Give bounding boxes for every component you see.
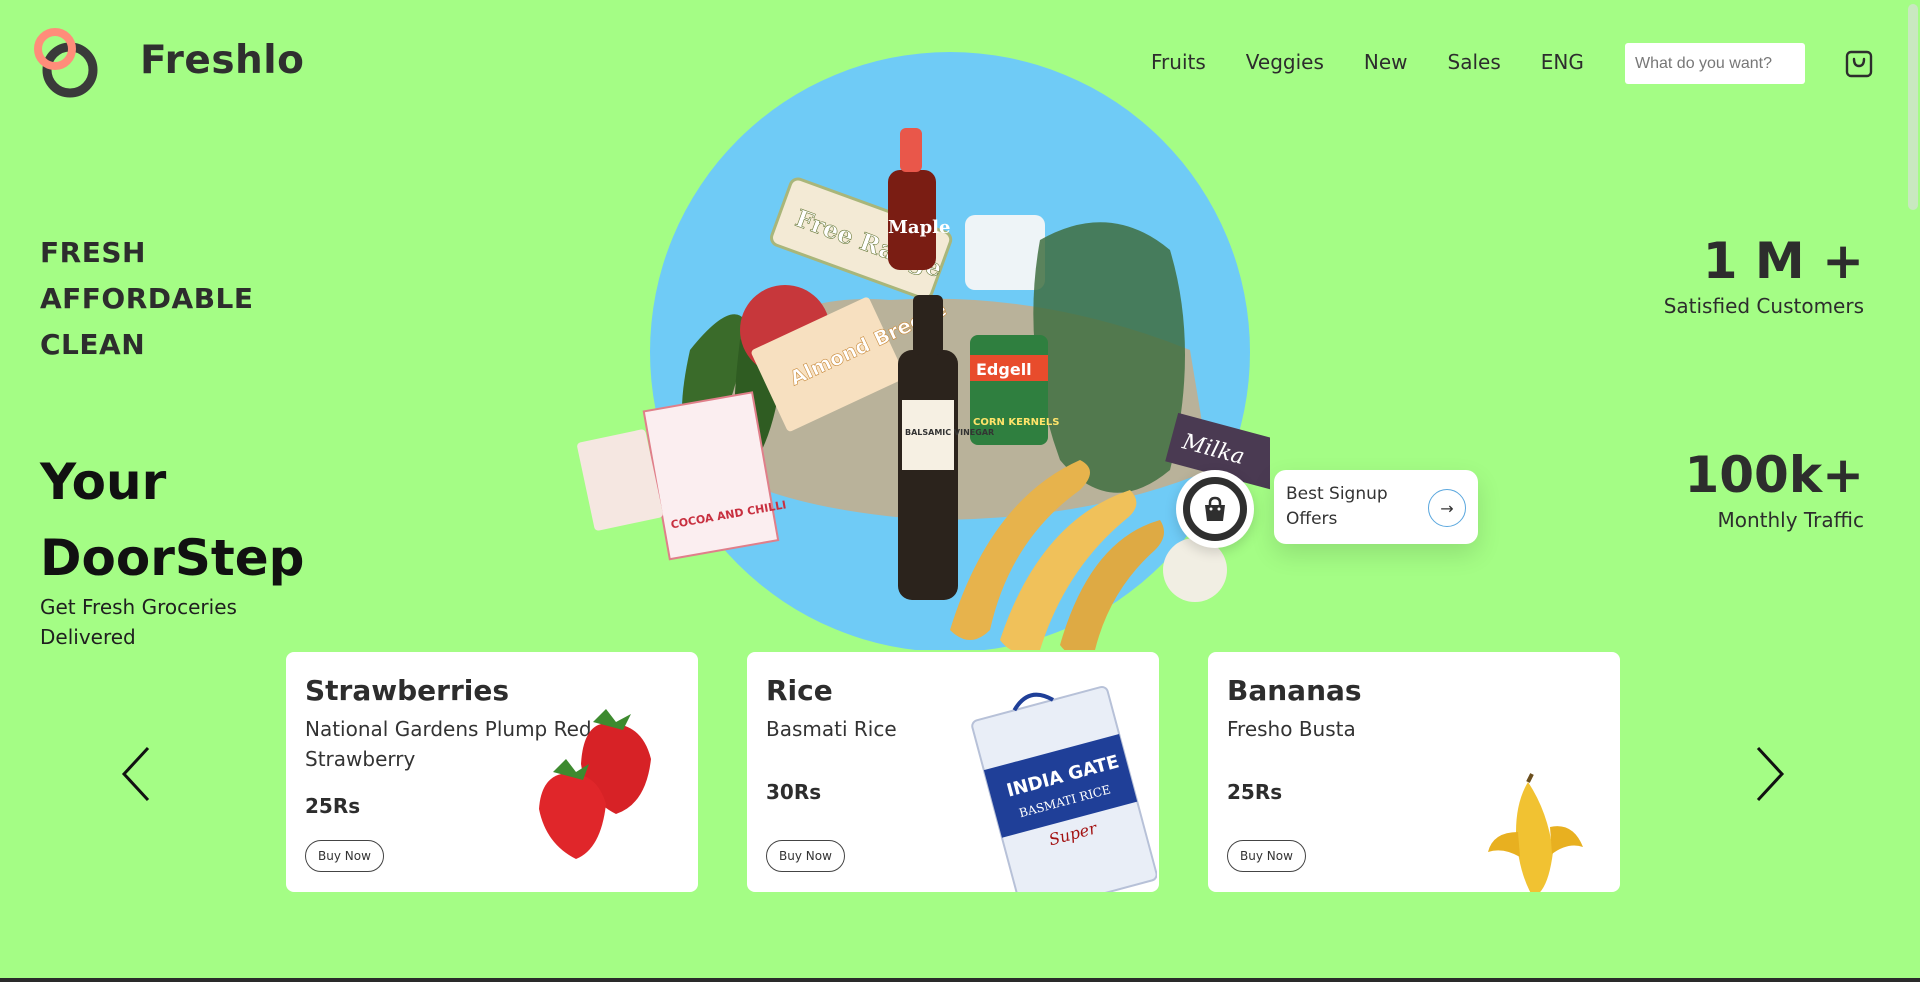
- arrow-right-icon[interactable]: →: [1428, 489, 1466, 527]
- nav-item-sales[interactable]: Sales: [1448, 50, 1501, 74]
- hero-subtext: Get Fresh Groceries Delivered: [40, 595, 237, 649]
- buy-now-button[interactable]: Buy Now: [766, 840, 845, 872]
- offer-label: Best Signup Offers: [1286, 484, 1388, 529]
- buy-now-button[interactable]: Buy Now: [1227, 840, 1306, 872]
- bag-ring: [1183, 477, 1247, 541]
- vinegar-text: BALSAMIC VINEGAR: [905, 428, 994, 437]
- rice-bag-image: INDIA GATE BASMATI RICE Super: [971, 686, 1157, 892]
- stat-value: 100k+: [1684, 446, 1864, 504]
- scrollbar[interactable]: [1904, 0, 1920, 982]
- product-price: 30Rs: [766, 780, 822, 804]
- hero-headline: Your DoorStep: [40, 444, 304, 596]
- brand-name[interactable]: Freshlo: [140, 38, 304, 83]
- bottom-divider: [0, 978, 1920, 982]
- tagline-clean: CLEAN: [40, 328, 146, 361]
- bag-button[interactable]: [1176, 470, 1254, 548]
- product-price: 25Rs: [305, 794, 361, 818]
- nav-item-language[interactable]: ENG: [1541, 50, 1584, 74]
- nav-item-new[interactable]: New: [1364, 50, 1408, 74]
- strawberry-image: [539, 709, 651, 859]
- product-name: Bananas: [1227, 674, 1362, 707]
- carousel-next-arrow-icon[interactable]: [1748, 742, 1788, 806]
- taglines: FRESH AFFORDABLE CLEAN: [40, 230, 254, 368]
- hero-groceries-image: Free Range Maple Almond Breeze Edgell CO…: [577, 52, 1270, 650]
- tagline-affordable: AFFORDABLE: [40, 282, 254, 315]
- shopping-bag-icon: [1205, 496, 1225, 521]
- headline-line-2: DoorStep: [40, 529, 305, 587]
- headline-line-1: Your: [40, 453, 167, 511]
- stat-traffic: 100k+ Monthly Traffic: [1684, 446, 1864, 532]
- page: Freshlo Fruits Veggies New Sales ENG FRE…: [0, 0, 1904, 978]
- stat-label: Satisfied Customers: [1663, 294, 1864, 318]
- product-name: Rice: [766, 674, 833, 707]
- stat-customers: 1 M + Satisfied Customers: [1664, 232, 1864, 318]
- scrollbar-thumb[interactable]: [1908, 4, 1918, 210]
- maple-text: Maple: [888, 217, 950, 238]
- buy-now-button[interactable]: Buy Now: [305, 840, 384, 872]
- carousel-prev-arrow-icon[interactable]: [118, 742, 158, 806]
- product-price: 25Rs: [1227, 780, 1283, 804]
- product-description: Fresho Busta: [1227, 717, 1356, 741]
- banana-image: [1488, 773, 1583, 892]
- stat-value: 1 M +: [1702, 232, 1864, 290]
- hero-yogurt-tub: [965, 215, 1045, 290]
- search-input[interactable]: [1625, 43, 1805, 84]
- tagline-fresh: FRESH: [40, 236, 146, 269]
- product-name: Strawberries: [305, 674, 510, 707]
- freshlo-logo[interactable]: [28, 26, 102, 100]
- stat-label: Monthly Traffic: [1717, 508, 1864, 532]
- product-card-rice[interactable]: Rice Basmati Rice 30Rs Buy Now INDIA GAT…: [747, 652, 1159, 892]
- product-card-bananas[interactable]: Bananas Fresho Busta 25Rs Buy Now: [1208, 652, 1620, 892]
- shopping-bag-icon[interactable]: [1845, 50, 1873, 78]
- hero-bottle-cap: [900, 128, 922, 172]
- hero-bottle-neck: [913, 295, 943, 355]
- hero-vinegar-bottle: [898, 350, 958, 600]
- product-card-strawberries[interactable]: Strawberries National Gardens Plump Red …: [286, 652, 698, 892]
- edgell-text: Edgell: [976, 360, 1032, 379]
- corn-text: CORN KERNELS: [973, 417, 1059, 428]
- signup-offer-card[interactable]: Best Signup Offers →: [1274, 470, 1478, 544]
